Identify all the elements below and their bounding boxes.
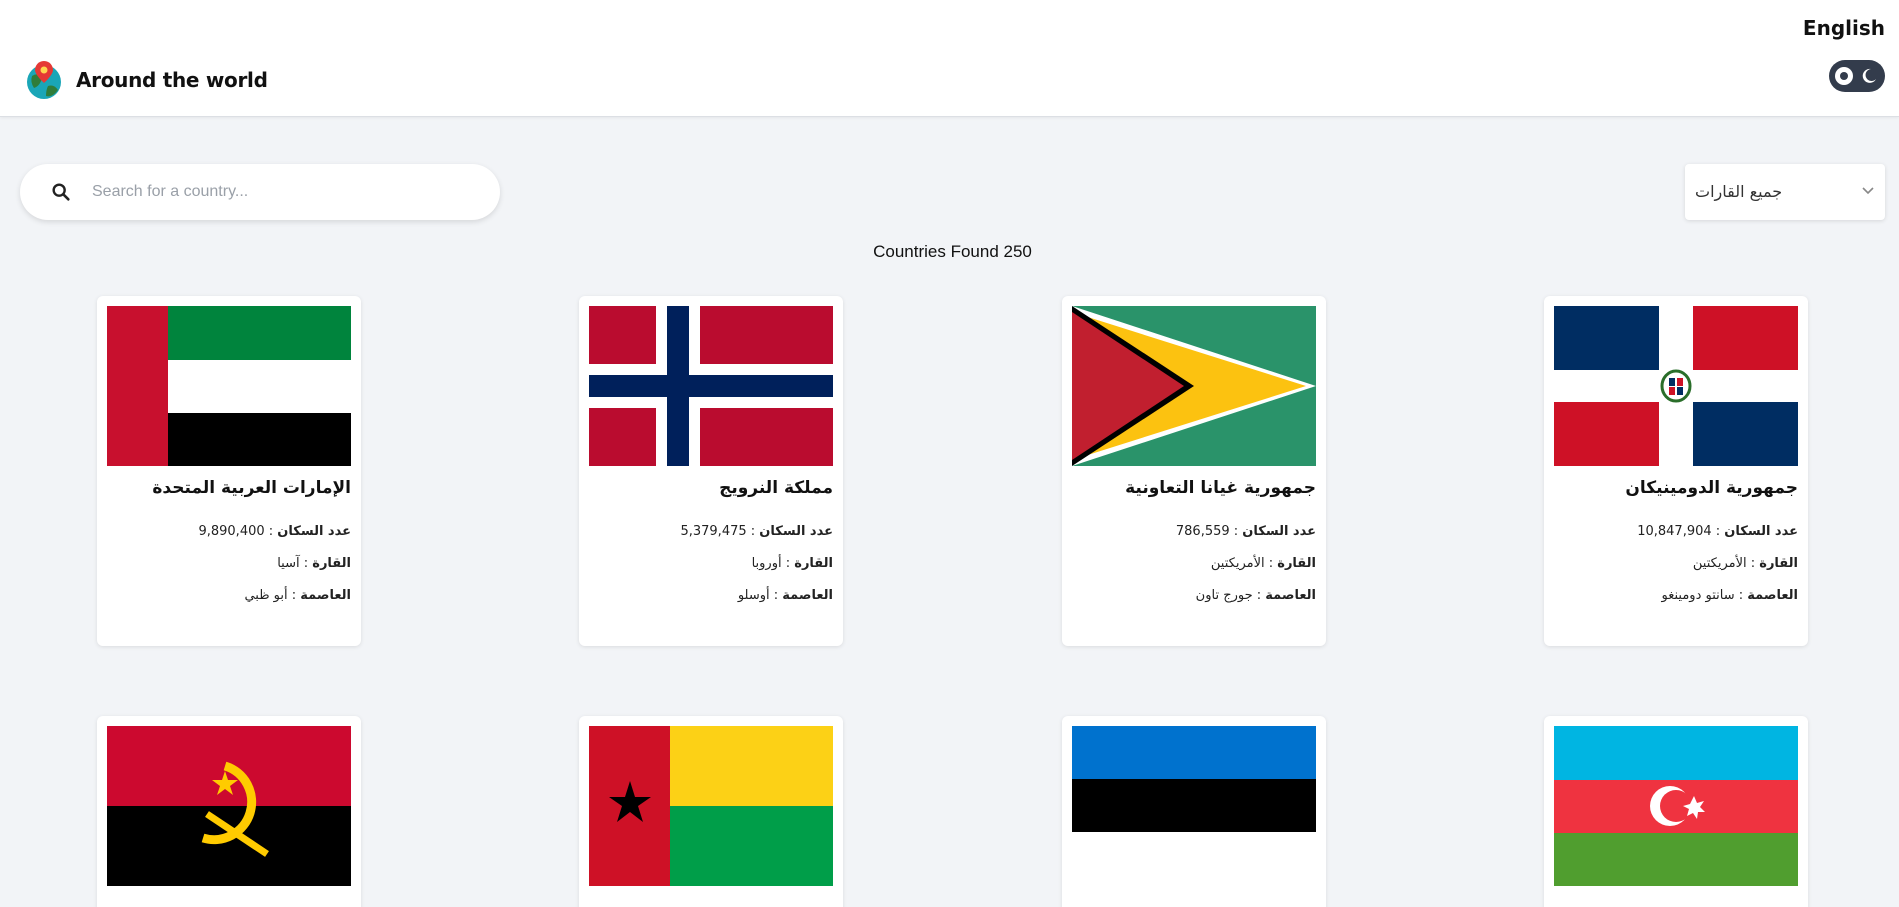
country-card[interactable]: جمهورية غيانا التعاونية عدد السكان : 786… <box>1062 296 1326 646</box>
angola-flag <box>107 726 351 886</box>
search-icon <box>52 183 70 201</box>
country-name: جمهورية الدومينيكان <box>1625 478 1798 498</box>
population-value: 10,847,904 <box>1637 524 1712 539</box>
chevron-down-icon <box>1862 187 1874 195</box>
country-name: مملكة النرويج <box>719 478 833 498</box>
continent-value: آسيا <box>277 556 300 571</box>
country-card[interactable]: مملكة النرويج عدد السكان : 5,379,475 الق… <box>579 296 843 646</box>
countries-found-count: Countries Found 250 <box>873 242 1032 261</box>
continent-row: القارة : الأمريكتين <box>1210 556 1316 571</box>
country-card[interactable]: جمهورية الدومينيكان عدد السكان : 10,847,… <box>1544 296 1808 646</box>
continent-row: القارة : آسيا <box>277 556 351 571</box>
dominican-republic-flag <box>1554 306 1798 466</box>
globe-pin-icon <box>27 61 61 99</box>
search-input[interactable] <box>92 164 482 220</box>
population-value: 9,890,400 <box>198 524 265 539</box>
sun-icon <box>1835 67 1853 85</box>
country-card[interactable]: الإمارات العربية المتحدة عدد السكان : 9,… <box>97 296 361 646</box>
norway-flag <box>589 306 833 466</box>
azerbaijan-flag <box>1554 726 1798 886</box>
population-value: 786,559 <box>1175 524 1230 539</box>
country-card[interactable] <box>97 716 361 907</box>
population-row: عدد السكان : 5,379,475 <box>680 524 833 539</box>
guinea-bissau-flag <box>589 726 833 886</box>
population-row: عدد السكان : 786,559 <box>1175 524 1316 539</box>
estonia-flag <box>1072 726 1316 832</box>
continent-value: الأمريكتين <box>1692 556 1747 571</box>
country-card[interactable] <box>1544 716 1808 907</box>
country-name: الإمارات العربية المتحدة <box>152 478 351 498</box>
capital-row: العاصمة : سانتو دومينغو <box>1661 588 1798 603</box>
capital-value: سانتو دومينغو <box>1661 588 1735 603</box>
population-row: عدد السكان : 10,847,904 <box>1637 524 1798 539</box>
country-name: جمهورية غيانا التعاونية <box>1125 478 1316 498</box>
moon-icon <box>1862 68 1876 83</box>
search-box <box>20 164 500 220</box>
capital-row: العاصمة : أوسلو <box>737 588 833 603</box>
uae-flag <box>107 306 351 466</box>
population-row: عدد السكان : 9,890,400 <box>198 524 351 539</box>
theme-toggle[interactable] <box>1829 60 1885 92</box>
language-button[interactable]: English <box>1803 16 1885 40</box>
capital-value: أوسلو <box>737 588 770 603</box>
capital-row: العاصمة : أبو ظبي <box>244 588 351 603</box>
continent-value: الأمريكتين <box>1210 556 1265 571</box>
population-value: 5,379,475 <box>680 524 747 539</box>
capital-value: جورج تاون <box>1195 588 1253 603</box>
capital-value: أبو ظبي <box>244 588 288 603</box>
capital-row: العاصمة : جورج تاون <box>1195 588 1316 603</box>
continent-filter-select[interactable]: جميع القارات <box>1685 164 1885 220</box>
continent-filter-value: جميع القارات <box>1695 182 1783 201</box>
brand[interactable]: Around the world <box>26 60 268 100</box>
continent-row: القارة : أوروبا <box>751 556 833 571</box>
country-card[interactable] <box>1062 716 1326 907</box>
country-card[interactable] <box>579 716 843 907</box>
guyana-flag <box>1072 306 1316 466</box>
top-header: Around the world English <box>0 0 1899 117</box>
continent-row: القارة : الأمريكتين <box>1692 556 1798 571</box>
continent-value: أوروبا <box>751 556 782 571</box>
app-title: Around the world <box>76 68 268 92</box>
